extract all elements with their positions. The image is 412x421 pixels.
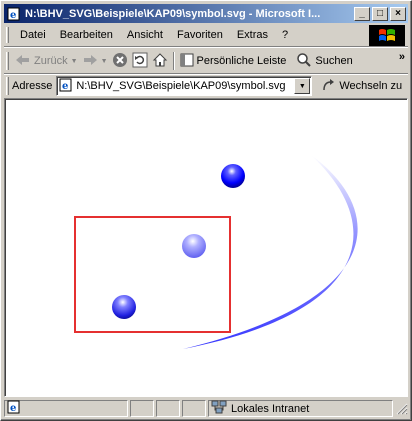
stop-button[interactable] <box>110 51 130 71</box>
back-arrow-icon <box>15 53 31 70</box>
sphere-in-frame-upper <box>182 234 206 258</box>
forward-dropdown-icon[interactable]: ▼ <box>101 58 108 65</box>
refresh-icon <box>132 52 148 71</box>
svg-text:e: e <box>62 81 68 92</box>
intranet-icon <box>211 400 227 417</box>
back-dropdown-icon[interactable]: ▼ <box>71 58 78 65</box>
status-pane-1 <box>130 400 154 417</box>
forward-arrow-icon <box>82 53 98 70</box>
go-button[interactable]: Wechseln zu <box>322 78 402 95</box>
resize-grip[interactable] <box>396 403 408 415</box>
menubar-grip[interactable] <box>6 27 9 43</box>
go-arrow-icon <box>322 78 336 95</box>
svg-text:e: e <box>10 10 16 21</box>
close-button[interactable]: × <box>390 6 406 21</box>
forward-button[interactable]: ▼ <box>80 51 110 71</box>
zone-label: Lokales Intranet <box>231 402 310 415</box>
menu-item-help[interactable]: ? <box>275 26 295 44</box>
menu-bar: Datei Bearbeiten Ansicht Favoriten Extra… <box>4 25 364 45</box>
toolbar-more-chevron[interactable]: » <box>399 51 405 63</box>
personal-bar-icon <box>180 53 194 70</box>
menu-item-datei[interactable]: Datei <box>13 26 53 44</box>
windows-logo-icon <box>369 25 405 47</box>
personal-bar-label: Persönliche Leiste <box>196 55 287 67</box>
standard-toolbar: Zurück ▼ ▼ Persönliche Leiste Suchen <box>4 49 408 73</box>
address-label: Adresse <box>12 80 53 92</box>
menu-item-favoriten[interactable]: Favoriten <box>170 26 230 44</box>
crescent-arc <box>183 155 358 349</box>
personal-bar-button[interactable]: Persönliche Leiste <box>178 51 289 71</box>
address-dropdown-icon[interactable]: ▼ <box>294 78 311 94</box>
status-pane-2 <box>156 400 180 417</box>
go-label: Wechseln zu <box>339 80 403 92</box>
page-viewport[interactable] <box>4 98 408 397</box>
menubar-separator <box>4 46 408 48</box>
svg-drawing <box>74 155 358 349</box>
status-main-pane: e <box>4 400 128 417</box>
address-bar: Adresse e N:\BHV_SVG\Beispiele\KAP09\sym… <box>4 75 408 97</box>
sphere-top-right <box>221 164 245 188</box>
ie-page-icon: e <box>6 6 22 22</box>
status-bar: e Lokales Intranet <box>4 399 408 418</box>
search-button[interactable]: Suchen <box>294 51 354 71</box>
back-button[interactable]: Zurück ▼ <box>13 51 80 71</box>
search-label: Suchen <box>315 55 353 67</box>
status-pane-3 <box>182 400 206 417</box>
menu-item-bearbeiten[interactable]: Bearbeiten <box>53 26 120 44</box>
menu-item-ansicht[interactable]: Ansicht <box>120 26 170 44</box>
toolbar-separator <box>172 52 175 70</box>
menu-item-extras[interactable]: Extras <box>230 26 275 44</box>
sphere-in-frame-lower <box>112 295 136 319</box>
window-title: N:\BHV_SVG\Beispiele\KAP09\symbol.svg - … <box>25 7 321 20</box>
home-button[interactable] <box>150 51 170 71</box>
svg-text:e: e <box>10 403 16 414</box>
browser-window: e N:\BHV_SVG\Beispiele\KAP09\symbol.svg … <box>0 0 412 421</box>
refresh-button[interactable] <box>130 51 150 71</box>
back-label: Zurück <box>34 55 68 67</box>
title-bar[interactable]: e N:\BHV_SVG\Beispiele\KAP09\symbol.svg … <box>4 4 408 23</box>
stop-icon <box>112 52 128 71</box>
addressbar-grip[interactable] <box>6 77 9 95</box>
address-field[interactable]: e N:\BHV_SVG\Beispiele\KAP09\symbol.svg … <box>56 76 313 96</box>
minimize-button[interactable]: _ <box>354 6 370 21</box>
status-zone-pane: Lokales Intranet <box>208 400 393 417</box>
page-icon: e <box>7 400 21 417</box>
home-icon <box>152 52 168 71</box>
symbol-frame-rect <box>74 216 231 333</box>
toolbar-grip[interactable] <box>6 52 9 70</box>
address-input[interactable]: N:\BHV_SVG\Beispiele\KAP09\symbol.svg <box>76 80 294 92</box>
ie-page-icon: e <box>59 78 73 95</box>
maximize-button[interactable]: □ <box>372 6 388 21</box>
search-icon <box>296 52 312 71</box>
